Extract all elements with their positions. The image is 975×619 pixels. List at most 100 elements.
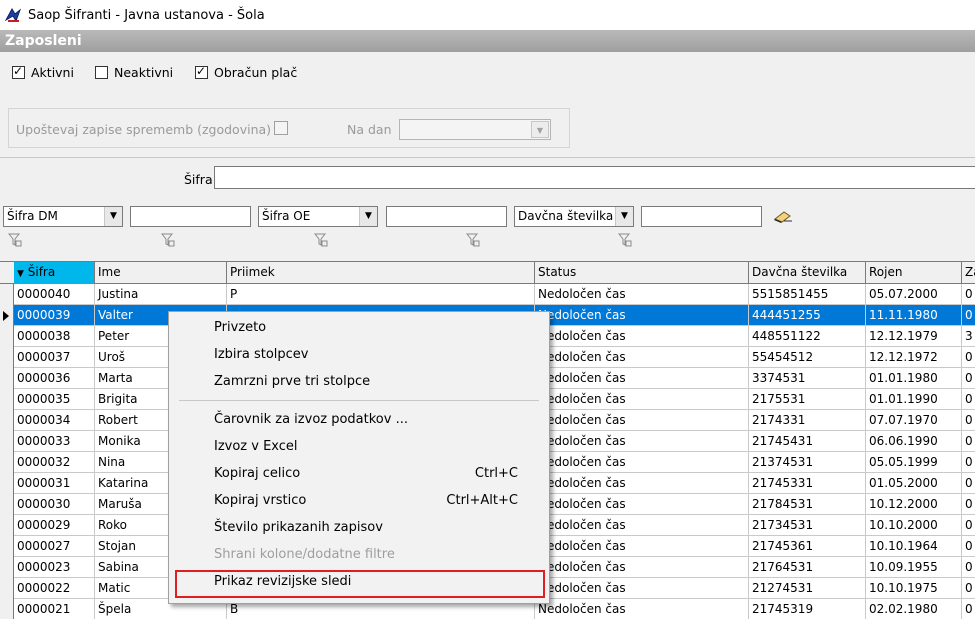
table-cell[interactable]: Nedoločen čas xyxy=(535,284,749,305)
table-cell[interactable]: Nedoločen čas xyxy=(535,431,749,452)
column-header-status[interactable]: Status xyxy=(535,262,749,284)
table-cell[interactable]: 0000036 xyxy=(14,368,95,389)
table-cell[interactable]: 21374531 xyxy=(749,452,866,473)
table-cell[interactable]: Nedoločen čas xyxy=(535,326,749,347)
menu-item-carovnik[interactable]: Čarovnik za izvoz podatkov ... xyxy=(170,406,548,433)
table-cell[interactable]: 0 xyxy=(962,284,975,305)
table-cell[interactable]: 0000029 xyxy=(14,515,95,536)
table-cell[interactable]: 07.07.1970 xyxy=(866,410,962,431)
table-cell[interactable]: 0 xyxy=(962,305,975,326)
table-cell[interactable]: 0 xyxy=(962,431,975,452)
clear-filter-icon[interactable] xyxy=(772,209,794,223)
table-cell[interactable]: 0 xyxy=(962,515,975,536)
table-cell[interactable]: 05.07.2000 xyxy=(866,284,962,305)
table-cell[interactable]: 21745431 xyxy=(749,431,866,452)
table-cell[interactable]: 0 xyxy=(962,347,975,368)
table-cell[interactable]: 06.06.1990 xyxy=(866,431,962,452)
table-cell[interactable]: 2174331 xyxy=(749,410,866,431)
table-cell[interactable]: Nedoločen čas xyxy=(535,305,749,326)
filter-funnel-icon[interactable] xyxy=(161,233,175,247)
filter-funnel-icon[interactable] xyxy=(8,233,22,247)
table-cell[interactable]: Nedoločen čas xyxy=(535,452,749,473)
table-cell[interactable]: 02.02.1980 xyxy=(866,599,962,619)
table-cell[interactable]: 10.09.1955 xyxy=(866,557,962,578)
column-header-sifra[interactable]: ▼ Šifra xyxy=(14,262,95,284)
table-cell[interactable]: 0000039 xyxy=(14,305,95,326)
table-cell[interactable]: Nedoločen čas xyxy=(535,473,749,494)
table-cell[interactable]: 0 xyxy=(962,599,975,619)
table-cell[interactable]: Nedoločen čas xyxy=(535,515,749,536)
filter-field-combo[interactable]: Šifra OE ▼ xyxy=(258,206,378,227)
table-cell[interactable]: 01.01.1980 xyxy=(866,368,962,389)
table-cell[interactable]: 0000031 xyxy=(14,473,95,494)
table-cell[interactable]: 5515851455 xyxy=(749,284,866,305)
table-cell[interactable]: 0 xyxy=(962,536,975,557)
table-cell[interactable]: Nedoločen čas xyxy=(535,368,749,389)
table-cell[interactable]: 0000021 xyxy=(14,599,95,619)
table-cell[interactable]: 0000027 xyxy=(14,536,95,557)
table-cell[interactable]: 0000038 xyxy=(14,326,95,347)
filter-funnel-icon[interactable] xyxy=(466,233,480,247)
obracun-checkbox[interactable]: Obračun plač xyxy=(195,64,297,80)
table-cell[interactable]: 01.05.2000 xyxy=(866,473,962,494)
table-cell[interactable]: Nedoločen čas xyxy=(535,410,749,431)
table-cell[interactable]: 10.10.1964 xyxy=(866,536,962,557)
menu-item-stevilo-zapisov[interactable]: Število prikazanih zapisov xyxy=(170,514,548,541)
table-cell[interactable]: 2175531 xyxy=(749,389,866,410)
table-cell[interactable]: 0 xyxy=(962,494,975,515)
column-header-rojen[interactable]: Rojen xyxy=(866,262,962,284)
menu-item-zamrzni[interactable]: Zamrzni prve tri stolpce xyxy=(170,368,548,395)
table-cell[interactable]: 0 xyxy=(962,452,975,473)
table-row[interactable]: 0000040 Justina P Nedoločen čas 5515851455 05… xyxy=(14,284,975,305)
table-cell[interactable]: Nedoločen čas xyxy=(535,494,749,515)
table-cell[interactable]: 0 xyxy=(962,473,975,494)
table-cell[interactable]: 05.05.1999 xyxy=(866,452,962,473)
table-cell[interactable]: 448551122 xyxy=(749,326,866,347)
table-cell[interactable]: 0000035 xyxy=(14,389,95,410)
menu-item-kopiraj-celico[interactable]: Kopiraj celico Ctrl+C xyxy=(170,460,548,487)
table-cell[interactable]: 0000023 xyxy=(14,557,95,578)
table-cell[interactable]: 0 xyxy=(962,410,975,431)
table-cell[interactable]: 21274531 xyxy=(749,578,866,599)
table-cell[interactable]: Nedoločen čas xyxy=(535,389,749,410)
column-header-davcna[interactable]: Davčna številka xyxy=(749,262,866,284)
filter-field-combo[interactable]: Davčna številka ▼ xyxy=(514,206,634,227)
chevron-down-icon[interactable]: ▼ xyxy=(104,207,122,226)
date-combo[interactable]: ▼ xyxy=(399,119,551,140)
column-header-ime[interactable]: Ime xyxy=(95,262,227,284)
table-cell[interactable]: 0000022 xyxy=(14,578,95,599)
table-cell[interactable]: 21745361 xyxy=(749,536,866,557)
table-cell[interactable]: 0000033 xyxy=(14,431,95,452)
table-cell[interactable]: 0 xyxy=(962,557,975,578)
table-cell[interactable]: 0 xyxy=(962,578,975,599)
search-input[interactable] xyxy=(214,166,975,189)
table-cell[interactable]: 444451255 xyxy=(749,305,866,326)
menu-item-izvoz-excel[interactable]: Izvoz v Excel xyxy=(170,433,548,460)
table-cell[interactable]: 0000034 xyxy=(14,410,95,431)
table-cell[interactable]: Nedoločen čas xyxy=(535,557,749,578)
filter-value-input[interactable] xyxy=(641,206,762,227)
table-cell[interactable]: 0000030 xyxy=(14,494,95,515)
table-cell[interactable]: 21734531 xyxy=(749,515,866,536)
chevron-down-icon[interactable]: ▼ xyxy=(615,207,633,226)
table-cell[interactable]: 0 xyxy=(962,389,975,410)
menu-item-kopiraj-vrstico[interactable]: Kopiraj vrstico Ctrl+Alt+C xyxy=(170,487,548,514)
table-cell[interactable]: 21764531 xyxy=(749,557,866,578)
table-cell[interactable]: Nedoločen čas xyxy=(535,578,749,599)
table-cell[interactable]: Nedoločen čas xyxy=(535,599,749,619)
table-cell[interactable]: 0 xyxy=(962,368,975,389)
table-cell[interactable]: 10.10.1975 xyxy=(866,578,962,599)
filter-field-combo[interactable]: Šifra DM ▼ xyxy=(3,206,123,227)
table-cell[interactable]: 0000040 xyxy=(14,284,95,305)
table-cell[interactable]: 0000032 xyxy=(14,452,95,473)
filter-funnel-icon[interactable] xyxy=(618,233,632,247)
chevron-down-icon[interactable]: ▼ xyxy=(359,207,377,226)
menu-item-izbira-stolpcev[interactable]: Izbira stolpcev xyxy=(170,341,548,368)
menu-item-privzeto[interactable]: Privzeto xyxy=(170,314,548,341)
table-cell[interactable]: P xyxy=(227,284,535,305)
table-cell[interactable]: 10.12.2000 xyxy=(866,494,962,515)
table-cell[interactable]: 21745331 xyxy=(749,473,866,494)
column-header-priimek[interactable]: Priimek xyxy=(227,262,535,284)
neaktivni-checkbox[interactable]: Neaktivni xyxy=(95,65,173,80)
table-cell[interactable]: 0000037 xyxy=(14,347,95,368)
